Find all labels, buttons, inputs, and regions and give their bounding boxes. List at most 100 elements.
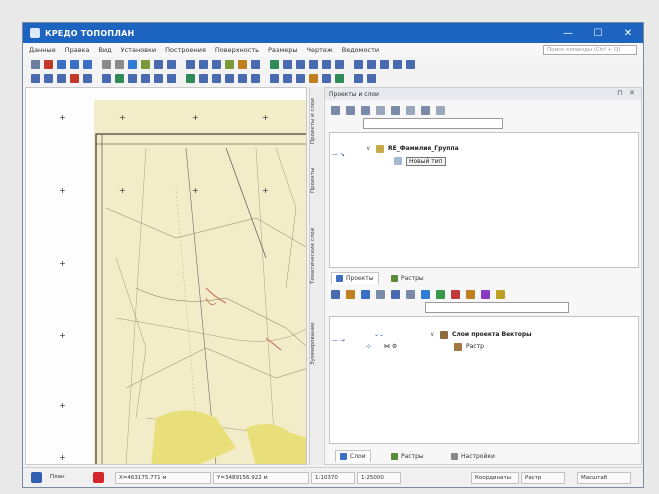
toolbar2-tool-icon[interactable] <box>212 73 221 83</box>
toolbar2-tool-icon[interactable] <box>31 73 40 83</box>
toolbar2-tool-icon[interactable] <box>141 73 150 83</box>
layers-tool-icon[interactable] <box>391 289 400 299</box>
layers-tool-icon[interactable] <box>421 289 430 299</box>
command-search-input[interactable]: Поиск команды (Ctrl + Q) <box>543 45 637 55</box>
toolbar2-tool-icon[interactable] <box>154 73 163 83</box>
layers-tool-icon[interactable] <box>376 289 385 299</box>
maximize-button[interactable]: ☐ <box>583 23 613 43</box>
vtab-projects[interactable]: Проекты <box>310 157 324 203</box>
projects-tool-icon[interactable] <box>436 105 445 115</box>
scale-button[interactable]: Масштаб <box>577 472 631 484</box>
tab-layers[interactable]: Слои <box>335 450 371 462</box>
tab-settings[interactable]: Настройки <box>447 450 499 462</box>
toolbar1-tool-icon[interactable] <box>322 59 331 69</box>
toolbar2-tool-icon[interactable] <box>238 73 247 83</box>
plan-icon[interactable] <box>31 472 42 483</box>
raster-map[interactable]: + + + + + + + + + + + + <box>26 88 307 465</box>
toolbar1-tool-icon[interactable] <box>115 59 124 69</box>
toolbar1-tool-icon[interactable] <box>270 59 279 69</box>
layers-tool-icon[interactable] <box>331 289 340 299</box>
projects-tool-icon[interactable] <box>331 105 340 115</box>
menu-reports[interactable]: Ведомости <box>342 46 379 54</box>
projects-filter-input[interactable] <box>363 118 503 129</box>
projects-tool-icon[interactable] <box>391 105 400 115</box>
toolbar1-tool-icon[interactable] <box>380 59 389 69</box>
toolbar2-tool-icon[interactable] <box>354 73 363 83</box>
toolbar2-tool-icon[interactable] <box>70 73 79 83</box>
projects-tool-icon[interactable] <box>346 105 355 115</box>
toolbar2-tool-icon[interactable] <box>167 73 176 83</box>
menu-construct[interactable]: Построения <box>165 46 206 54</box>
toolbar1-tool-icon[interactable] <box>128 59 137 69</box>
toolbar2-tool-icon[interactable] <box>270 73 279 83</box>
toolbar2-tool-icon[interactable] <box>102 73 111 83</box>
toolbar2-tool-icon[interactable] <box>283 73 292 83</box>
toolbar1-tool-icon[interactable] <box>354 59 363 69</box>
layers-tool-icon[interactable] <box>466 289 475 299</box>
expand-arrow-icon[interactable]: ∨ <box>366 145 370 152</box>
toolbar1-tool-icon[interactable] <box>393 59 402 69</box>
toolbar2-tool-icon[interactable] <box>251 73 260 83</box>
coordinates-button[interactable]: Координаты <box>471 472 519 484</box>
layers-tool-icon[interactable] <box>406 289 415 299</box>
toolbar1-tool-icon[interactable] <box>57 59 66 69</box>
toolbar2-tool-icon[interactable] <box>115 73 124 83</box>
toolbar1-tool-icon[interactable] <box>335 59 344 69</box>
toolbar1-tool-icon[interactable] <box>31 59 40 69</box>
projects-tool-icon[interactable] <box>376 105 385 115</box>
toolbar1-tool-icon[interactable] <box>141 59 150 69</box>
drawing-scale[interactable]: 1:25000 <box>357 472 401 484</box>
layer-visibility-icon[interactable]: ⊹ <box>366 343 371 350</box>
record-icon[interactable] <box>93 472 104 483</box>
toolbar2-tool-icon[interactable] <box>225 73 234 83</box>
menu-edit[interactable]: Правка <box>65 46 90 54</box>
layer-node-label[interactable]: Новый тип <box>406 157 446 166</box>
close-button[interactable]: ✕ <box>613 23 643 43</box>
projects-tool-icon[interactable] <box>406 105 415 115</box>
toolbar1-tool-icon[interactable] <box>44 59 53 69</box>
tab-rasters-top[interactable]: Растры <box>387 272 428 284</box>
toolbar2-tool-icon[interactable] <box>309 73 318 83</box>
toolbar1-tool-icon[interactable] <box>212 59 221 69</box>
raster-node-label[interactable]: Растр <box>466 343 484 350</box>
toolbar1-tool-icon[interactable] <box>70 59 79 69</box>
toolbar2-tool-icon[interactable] <box>83 73 92 83</box>
menu-view[interactable]: Вид <box>98 46 111 54</box>
expand-arrow-icon-2[interactable]: ∨ <box>430 331 434 338</box>
toolbar1-tool-icon[interactable] <box>225 59 234 69</box>
toolbar1-tool-icon[interactable] <box>154 59 163 69</box>
toolbar1-tool-icon[interactable] <box>283 59 292 69</box>
toolbar1-tool-icon[interactable] <box>406 59 415 69</box>
panel-close-button[interactable]: ✕ <box>629 89 635 97</box>
vtab-zoom[interactable]: Зуммирование <box>310 309 324 379</box>
layers-tool-icon[interactable] <box>481 289 490 299</box>
toolbar1-tool-icon[interactable] <box>102 59 111 69</box>
menu-surface[interactable]: Поверхность <box>215 46 259 54</box>
panel-pin-button[interactable]: ⊓ <box>617 89 622 97</box>
layers-tool-icon[interactable] <box>346 289 355 299</box>
toolbar2-tool-icon[interactable] <box>296 73 305 83</box>
toolbar1-tool-icon[interactable] <box>167 59 176 69</box>
layer-lock-icon[interactable]: ⋈ ⚙ <box>384 343 397 350</box>
vtab-projects-layers[interactable]: Проекты и слои <box>310 93 324 149</box>
toolbar2-tool-icon[interactable] <box>44 73 53 83</box>
menu-data[interactable]: Данные <box>29 46 56 54</box>
toolbar2-tool-icon[interactable] <box>57 73 66 83</box>
vtab-thematic-layers[interactable]: Тематические слои <box>310 213 324 299</box>
toolbar2-tool-icon[interactable] <box>128 73 137 83</box>
toolbar1-tool-icon[interactable] <box>186 59 195 69</box>
toolbar1-tool-icon[interactable] <box>309 59 318 69</box>
layers-tool-icon[interactable] <box>361 289 370 299</box>
toolbar2-tool-icon[interactable] <box>199 73 208 83</box>
menu-dimensions[interactable]: Размеры <box>268 46 298 54</box>
layers-node-label[interactable]: Слои проекта Векторы <box>452 331 532 338</box>
layers-tool-icon[interactable] <box>451 289 460 299</box>
current-scale[interactable]: 1:10370 <box>311 472 355 484</box>
project-node-label[interactable]: RE_Фамилия_Группа <box>388 145 459 152</box>
menu-drawing[interactable]: Чертеж <box>307 46 333 54</box>
toolbar1-tool-icon[interactable] <box>83 59 92 69</box>
toolbar2-tool-icon[interactable] <box>335 73 344 83</box>
toolbar1-tool-icon[interactable] <box>238 59 247 69</box>
toolbar1-tool-icon[interactable] <box>367 59 376 69</box>
toolbar2-tool-icon[interactable] <box>186 73 195 83</box>
